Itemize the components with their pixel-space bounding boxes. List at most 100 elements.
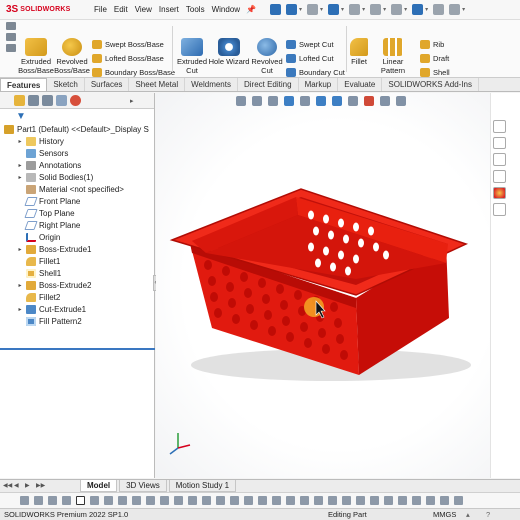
panel-scroll-right-icon[interactable]: ▸ — [130, 97, 134, 105]
menu-file[interactable]: File — [94, 5, 107, 14]
pin-icon[interactable]: 📌 — [246, 5, 256, 14]
boundary-boss-button[interactable]: Boundary Boss/Base — [92, 68, 175, 77]
line-tool-icon[interactable] — [34, 496, 43, 505]
tab-3d-views[interactable]: 3D Views — [119, 480, 167, 492]
tree-item-boss-extrude2[interactable]: ▸ Boss-Extrude2 — [16, 279, 91, 291]
quick-snaps-icon[interactable] — [328, 496, 337, 505]
status-units[interactable]: MMGS — [433, 509, 456, 520]
home-icon[interactable] — [270, 4, 282, 15]
expand-arrow-icon[interactable]: ▸ — [16, 162, 24, 169]
swept-boss-button[interactable]: Swept Boss/Base — [92, 40, 164, 49]
save-icon[interactable] — [328, 4, 340, 15]
file-explorer-icon[interactable] — [492, 153, 506, 167]
text-tool-icon[interactable] — [174, 496, 183, 505]
grid-icon[interactable] — [440, 496, 449, 505]
offset-tool-icon[interactable] — [244, 496, 253, 505]
print-icon[interactable] — [349, 4, 361, 15]
lofted-boss-button[interactable]: Lofted Boss/Base — [92, 54, 164, 63]
swept-cut-button[interactable]: Swept Cut — [286, 40, 334, 49]
tree-item-boss-extrude1[interactable]: ▸ Boss-Extrude1 — [16, 243, 91, 255]
smart-dim-icon[interactable] — [384, 496, 393, 505]
custom-properties-icon[interactable] — [492, 203, 506, 217]
undo-icon[interactable] — [370, 4, 382, 15]
sketch-icon[interactable] — [6, 33, 16, 41]
arc-tool-icon[interactable] — [90, 496, 99, 505]
rib-button[interactable]: Rib — [420, 40, 444, 49]
point-tool-icon[interactable] — [188, 496, 197, 505]
linear-pattern-button[interactable]: Linear Pattern — [370, 38, 416, 75]
last-tab-icon[interactable]: ▶▶ — [36, 482, 45, 491]
tab-direct-editing[interactable]: Direct Editing — [238, 78, 299, 91]
instant3d-icon[interactable] — [6, 22, 16, 30]
shaded-sketch-icon[interactable] — [370, 496, 379, 505]
tree-item-shell1[interactable]: Shell1 — [16, 267, 61, 279]
prev-tab-icon[interactable]: ◀ — [14, 482, 22, 491]
boundary-cut-button[interactable]: Boundary Cut — [286, 68, 345, 77]
centerline-tool-icon[interactable] — [202, 496, 211, 505]
tree-item-material[interactable]: Material <not specified> — [16, 183, 124, 195]
tab-motion-study[interactable]: Motion Study 1 — [168, 480, 237, 492]
tab-markup[interactable]: Markup — [299, 78, 339, 91]
tree-item-top-plane[interactable]: Top Plane — [16, 207, 75, 219]
tree-item-origin[interactable]: Origin — [16, 231, 60, 243]
mirror-tool-icon[interactable] — [258, 496, 267, 505]
extruded-boss-button[interactable]: Extruded Boss/Base — [18, 38, 54, 75]
tab-features[interactable]: Features — [0, 78, 48, 91]
rapid-sketch-icon[interactable] — [342, 496, 351, 505]
open-folder-icon[interactable] — [307, 4, 319, 15]
tree-item-front-plane[interactable]: Front Plane — [16, 195, 80, 207]
slot-tool-icon[interactable] — [118, 496, 127, 505]
rebuild-icon[interactable] — [412, 4, 424, 15]
extend-tool-icon[interactable] — [230, 496, 239, 505]
tree-item-right-plane[interactable]: Right Plane — [16, 219, 80, 231]
menu-view[interactable]: View — [135, 5, 152, 14]
extruded-cut-button[interactable]: Extruded Cut — [175, 38, 209, 75]
select-tool-icon[interactable] — [76, 496, 85, 505]
relations-icon[interactable] — [300, 496, 309, 505]
rollback-bar[interactable] — [0, 348, 155, 350]
menu-edit[interactable]: Edit — [114, 5, 128, 14]
select-arrow-icon[interactable] — [391, 4, 403, 15]
file-properties-icon[interactable] — [433, 4, 445, 15]
tree-item-fillet1[interactable]: Fillet1 — [16, 255, 60, 267]
basket-model[interactable] — [156, 93, 490, 478]
revolved-cut-button[interactable]: Revolved Cut — [250, 38, 284, 75]
shell-button[interactable]: Shell — [420, 68, 450, 77]
next-tab-icon[interactable]: ▶ — [25, 482, 33, 491]
first-tab-icon[interactable]: ◀◀ — [3, 482, 12, 491]
revolved-boss-button[interactable]: Revolved Boss/Base — [54, 38, 90, 75]
tab-model[interactable]: Model — [80, 480, 118, 492]
instant2d-icon[interactable] — [356, 496, 365, 505]
draft-button[interactable]: Draft — [420, 54, 449, 63]
units-dropdown-icon[interactable]: ▴ — [466, 509, 470, 520]
tab-sheet-metal[interactable]: Sheet Metal — [129, 78, 186, 91]
display-manager-tab-icon[interactable] — [70, 95, 81, 106]
menu-tools[interactable]: Tools — [186, 5, 205, 14]
tree-item-fill-pattern2[interactable]: Fill Pattern2 — [16, 315, 82, 327]
tab-sketch[interactable]: Sketch — [47, 78, 85, 91]
repair-sketch-icon[interactable] — [314, 496, 323, 505]
tree-item-solid-bodies[interactable]: ▸ Solid Bodies(1) — [16, 171, 93, 183]
view-palette-icon[interactable] — [492, 170, 506, 183]
convert-entities-icon[interactable] — [398, 496, 407, 505]
sketch-tool-icon[interactable] — [20, 496, 29, 505]
expand-arrow-icon[interactable]: ▸ — [16, 138, 24, 145]
spline-tool-icon[interactable] — [104, 496, 113, 505]
configuration-manager-tab-icon[interactable] — [42, 95, 53, 106]
new-document-icon[interactable] — [286, 4, 298, 15]
move-entities-icon[interactable] — [286, 496, 295, 505]
tree-root-part[interactable]: Part1 (Default) <<Default>_Display S — [2, 123, 149, 135]
lofted-cut-button[interactable]: Lofted Cut — [286, 54, 334, 63]
hole-wizard-button[interactable]: Hole Wizard — [208, 38, 250, 66]
trim-tool-icon[interactable] — [216, 496, 225, 505]
linear-pattern-sketch-icon[interactable] — [272, 496, 281, 505]
chamfer-sketch-icon[interactable] — [160, 496, 169, 505]
filter-icon[interactable]: ▼ — [0, 109, 154, 123]
solidworks-logo[interactable]: 3S SOLIDWORKS — [6, 4, 86, 15]
expand-arrow-icon[interactable]: ▸ — [16, 174, 24, 181]
more-tools-icon[interactable] — [454, 496, 463, 505]
rectangle-tool-icon[interactable] — [48, 496, 57, 505]
tree-item-sensors[interactable]: Sensors — [16, 147, 68, 159]
tree-item-annotations[interactable]: ▸ Annotations — [16, 159, 81, 171]
menu-insert[interactable]: Insert — [159, 5, 179, 14]
